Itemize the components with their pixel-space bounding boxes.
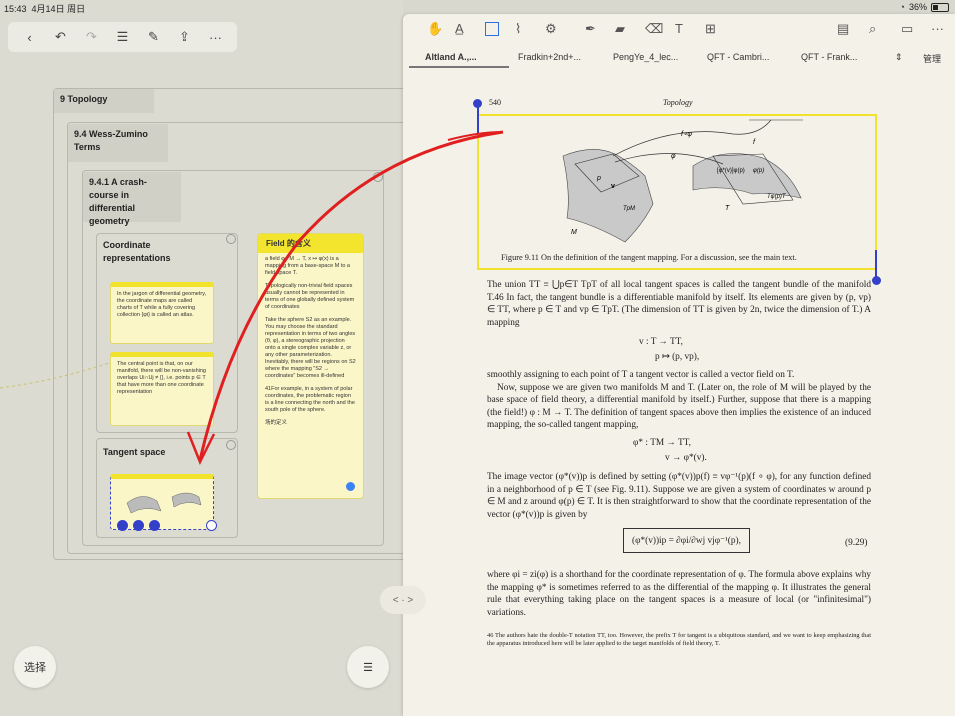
more-icon[interactable]: ··· <box>931 21 944 36</box>
field-card-title: Field 的含义 <box>258 234 363 253</box>
battery-level <box>933 4 939 10</box>
crash-course-title: 9.4.1 A crash-course in differential geo… <box>83 172 181 226</box>
document-icon[interactable]: ▤ <box>837 21 849 37</box>
search-icon[interactable]: ⌕ <box>869 21 876 37</box>
edit-icon[interactable]: ✎ <box>144 29 164 45</box>
split-nav-button[interactable]: < · > <box>380 586 426 614</box>
collapse-icon[interactable] <box>373 172 383 182</box>
document-tabs: Altland A.,... Fradkin+2nd+... PengYe_4_… <box>403 48 955 68</box>
page-number: 540 <box>489 98 501 107</box>
equation-1a: v : T → TT, <box>639 337 683 347</box>
paragraph-image-vector: The image vector (φ*(v))p is defined by … <box>487 472 871 520</box>
eraser-icon[interactable]: ⌫ <box>645 21 663 37</box>
back-icon[interactable]: ‹ <box>20 30 40 45</box>
lasso-icon[interactable]: ⌇ <box>515 21 521 37</box>
hand-icon[interactable]: ✋ <box>427 21 443 37</box>
topology-title: 9 Topology <box>54 89 154 113</box>
sort-icon[interactable]: ⇕ <box>895 52 903 63</box>
tab-qft-frank[interactable]: QFT - Frank... <box>801 52 857 62</box>
selection-handle-bottom[interactable] <box>872 276 881 285</box>
equation-1b: p ↦ (p, vp), <box>655 352 700 362</box>
running-header: Topology <box>663 98 693 107</box>
share-icon[interactable]: ⇪ <box>175 29 195 45</box>
pdf-toolbar: ✋ A̲ ⌇ ⚙ ✒ ▰ ⌫ T ⊞ ▤ ⌕ ▭ ··· <box>403 14 955 44</box>
handle-icon[interactable] <box>117 520 128 531</box>
tab-qft-cambridge[interactable]: QFT - Cambri... <box>707 52 769 62</box>
note-card-atlas[interactable]: In the jargon of differential geometry, … <box>110 282 214 344</box>
footnote-46: 46 The authors hate the double-T notatio… <box>487 632 871 647</box>
collapse-icon[interactable] <box>226 234 236 244</box>
shapes-icon[interactable]: ⚙ <box>545 21 557 37</box>
document-body: The union TT ≡ ⋃p∈T TpT of all local tan… <box>487 279 871 329</box>
equation-number: (9.29) <box>845 538 868 548</box>
field-card-p2: Topologically non-trivial field spaces u… <box>265 283 355 310</box>
undo-icon[interactable]: ↶ <box>51 29 71 45</box>
left-toolbar: ‹ ↶ ↷ ☰ ✎ ⇪ ··· <box>8 22 237 52</box>
wess-zumino-title: 9.4 Wess-Zumino Terms <box>68 124 168 162</box>
redo-icon[interactable]: ↷ <box>82 29 102 45</box>
field-card-p3: Take the sphere S2 as an example. You ma… <box>265 317 356 379</box>
tab-pengye[interactable]: PengYe_4_lec... <box>613 52 678 62</box>
selection-rectangle[interactable] <box>477 114 877 270</box>
manage-button[interactable]: 管理 <box>923 52 941 65</box>
ocr-icon[interactable]: ⊞ <box>705 21 716 37</box>
tangent-title: Tangent space <box>103 447 166 457</box>
status-bar: 15:43 4月14日 周日 ◔ 36% <box>0 0 955 14</box>
more-icon[interactable]: ··· <box>206 30 226 45</box>
highlighter-icon[interactable]: ▰ <box>615 21 625 37</box>
tab-altland[interactable]: Altland A.,... <box>425 52 477 62</box>
footnote: 46 The authors hate the double-T notatio… <box>487 632 871 648</box>
wifi-icon: ◔ <box>899 2 905 12</box>
resize-handle-icon[interactable] <box>206 520 217 531</box>
collapse-icon[interactable] <box>226 440 236 450</box>
document-body: smoothly assigning to each point of T a … <box>487 369 871 432</box>
handle-icon[interactable] <box>133 520 144 531</box>
mindmap-pane: ‹ ↶ ↷ ☰ ✎ ⇪ ··· 9 Topology 9.4 Wess-Zumi… <box>0 0 407 716</box>
note-card-overlap[interactable]: The central point is that, on our manifo… <box>110 352 214 426</box>
active-tab-indicator <box>409 66 509 68</box>
status-time: 15:43 <box>4 4 27 14</box>
rect-select-icon[interactable] <box>485 22 499 36</box>
card-handles <box>117 520 160 531</box>
textbox-icon[interactable]: T <box>675 21 683 36</box>
link-icon[interactable] <box>346 482 355 491</box>
equation-2b: v → φ*(v). <box>665 453 707 463</box>
hamburger-icon[interactable]: ☰ <box>347 646 389 688</box>
battery-icon <box>931 2 949 12</box>
document-body: where φi = zi(φ) is a shorthand for the … <box>487 569 871 619</box>
paragraph-tangent-mapping: Now, suppose we are given two manifolds … <box>487 382 871 431</box>
list-icon[interactable]: ☰ <box>113 29 133 45</box>
tab-fradkin[interactable]: Fradkin+2nd+... <box>518 52 581 62</box>
select-button[interactable]: 选择 <box>14 646 56 688</box>
paragraph-vector-field: smoothly assigning to each point of T a … <box>487 370 795 380</box>
coordinate-title: Coordinate representations <box>103 240 171 263</box>
field-meaning-card[interactable]: Field 的含义 a field φ : M → T, x ↦ φ(x) is… <box>257 233 364 499</box>
field-card-footer: 场的定义 <box>265 420 288 426</box>
selection-handle-top[interactable] <box>473 99 482 108</box>
bookmark-icon[interactable]: ▭ <box>901 21 913 37</box>
figure-thumbnail <box>126 492 202 514</box>
handle-icon[interactable] <box>149 520 160 531</box>
text-select-icon[interactable]: A̲ <box>455 21 464 36</box>
paragraph-tangent-bundle: The union TT ≡ ⋃p∈T TpT of all local tan… <box>487 280 871 328</box>
document-body: The image vector (φ*(v))p is defined by … <box>487 471 871 521</box>
field-card-p1: a field φ : M → T, x ↦ φ(x) is a mapping… <box>265 256 350 276</box>
battery-percent: 36% <box>908 2 927 12</box>
paragraph-shorthand: where φi = zi(φ) is a shorthand for the … <box>487 570 871 618</box>
equation-boxed: (φ*(v))ip = ∂φi/∂wj vjφ⁻¹(p), <box>623 528 750 553</box>
equation-2a: φ* : TM → TT, <box>633 438 691 448</box>
field-card-p4: 41For example, in a system of polar coor… <box>265 386 355 413</box>
status-date: 4月14日 周日 <box>31 4 86 14</box>
pen-icon[interactable]: ✒ <box>585 21 596 37</box>
